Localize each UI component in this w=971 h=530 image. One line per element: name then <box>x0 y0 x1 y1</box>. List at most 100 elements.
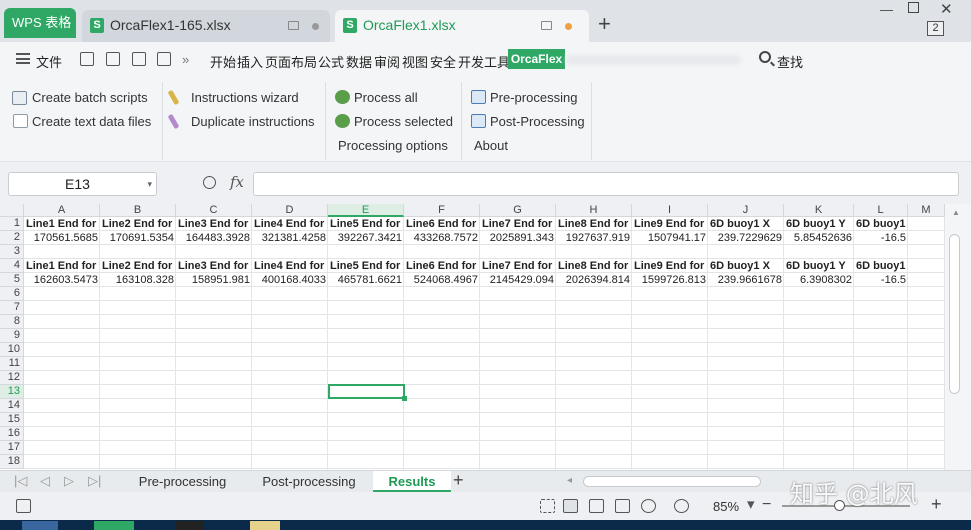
zoom-level[interactable]: 85% <box>713 499 739 514</box>
first-sheet-icon[interactable]: |◁ <box>14 473 27 489</box>
header-cell[interactable]: 6D buoy1 Y <box>784 259 854 273</box>
column-header-b[interactable]: B <box>100 204 176 217</box>
value-cell[interactable]: 162603.5473 <box>24 273 100 287</box>
window-count-badge[interactable]: 2 <box>927 21 944 36</box>
menu-review[interactable]: 审阅 <box>374 52 400 71</box>
row-header-6[interactable]: 6 <box>0 287 24 301</box>
header-cell[interactable]: Line1 End for <box>24 217 100 231</box>
tab-orcaflex[interactable]: OrcaFlex <box>508 49 565 69</box>
header-cell[interactable]: Line6 End for <box>404 217 480 231</box>
row-header-11[interactable]: 11 <box>0 357 24 371</box>
taskbar-folder-icon[interactable] <box>250 521 280 530</box>
header-cell[interactable]: Line2 End for <box>100 217 176 231</box>
value-cell[interactable]: 433268.7572 <box>404 231 480 245</box>
macro-record-icon[interactable] <box>16 499 31 513</box>
header-cell[interactable]: Line7 End for <box>480 259 556 273</box>
minimize-icon[interactable]: — <box>880 2 893 17</box>
search-label[interactable]: 查找 <box>777 52 803 71</box>
value-cell[interactable]: 170561.5685 <box>24 231 100 245</box>
value-cell[interactable]: 239.9661678 <box>708 273 784 287</box>
next-sheet-icon[interactable]: ▷ <box>64 473 74 489</box>
row-header-4[interactable]: 4 <box>0 259 24 273</box>
header-cell[interactable]: 6D buoy1 X <box>708 259 784 273</box>
menu-data[interactable]: 数据 <box>346 52 372 71</box>
scroll-left-icon[interactable]: ◂ <box>567 475 572 486</box>
menu-view[interactable]: 视图 <box>402 52 428 71</box>
value-cell[interactable]: 164483.3928 <box>176 231 252 245</box>
header-cell[interactable]: Line2 End for <box>100 259 176 273</box>
print-icon[interactable] <box>157 52 171 66</box>
column-header-i[interactable]: I <box>632 204 708 217</box>
header-cell[interactable]: 6D buoy1 X <box>708 217 784 231</box>
header-cell[interactable]: 6D buoy1 Z <box>854 217 908 231</box>
row-header-18[interactable]: 18 <box>0 455 24 469</box>
row-header-16[interactable]: 16 <box>0 427 24 441</box>
column-header-a[interactable]: A <box>24 204 100 217</box>
chevron-down-icon[interactable]: ▾ <box>147 173 152 195</box>
value-cell[interactable]: 392267.3421 <box>328 231 404 245</box>
value-cell[interactable]: 163108.328 <box>100 273 176 287</box>
value-cell[interactable]: 158951.981 <box>176 273 252 287</box>
row-header-9[interactable]: 9 <box>0 329 24 343</box>
processing-options-button[interactable]: Processing options <box>338 138 448 153</box>
value-cell[interactable]: 465781.6621 <box>328 273 404 287</box>
create-batch-scripts-button[interactable]: Create batch scripts <box>32 90 148 105</box>
scroll-up-icon[interactable]: ▲ <box>952 208 960 217</box>
menu-developer[interactable]: 开发工具 <box>458 52 510 71</box>
taskbar-wps-icon[interactable] <box>94 521 134 530</box>
sheet-tab-pre-processing[interactable]: Pre-processing <box>120 471 245 492</box>
select-all-corner[interactable] <box>0 204 24 217</box>
row-header-5[interactable]: 5 <box>0 273 24 287</box>
header-cell[interactable]: Line6 End for <box>404 259 480 273</box>
column-header-f[interactable]: F <box>404 204 480 217</box>
row-header-2[interactable]: 2 <box>0 231 24 245</box>
search-icon[interactable] <box>759 51 771 63</box>
value-cell[interactable]: 1507941.17 <box>632 231 708 245</box>
duplicate-instructions-button[interactable]: Duplicate instructions <box>191 114 315 129</box>
value-cell[interactable]: 2025891.343 <box>480 231 556 245</box>
header-cell[interactable]: Line8 End for <box>556 217 632 231</box>
zoom-out-icon[interactable]: ▾ <box>747 495 755 513</box>
row-header-13[interactable]: 13 <box>0 385 24 399</box>
menu-security[interactable]: 安全 <box>430 52 456 71</box>
zoom-plus-icon[interactable]: + <box>931 494 942 515</box>
sheet-tab-results[interactable]: Results <box>373 471 451 492</box>
taskbar-qq-icon[interactable] <box>176 521 204 530</box>
header-cell[interactable]: Line1 End for <box>24 259 100 273</box>
value-cell[interactable]: 400168.4033 <box>252 273 328 287</box>
instructions-wizard-button[interactable]: Instructions wizard <box>191 90 299 105</box>
fx-icon[interactable]: fx <box>230 173 244 191</box>
column-header-d[interactable]: D <box>252 204 328 217</box>
create-text-data-files-button[interactable]: Create text data files <box>32 114 151 129</box>
row-header-1[interactable]: 1 <box>0 217 24 231</box>
row-header-12[interactable]: 12 <box>0 371 24 385</box>
value-cell[interactable]: 170691.5354 <box>100 231 176 245</box>
normal-view-icon[interactable] <box>563 499 578 513</box>
process-selected-button[interactable]: Process selected <box>354 114 453 129</box>
horizontal-scroll-thumb[interactable] <box>583 476 761 487</box>
reading-mode-icon[interactable] <box>641 499 656 513</box>
menu-insert[interactable]: 插入 <box>237 52 263 71</box>
fullscreen-icon[interactable] <box>540 499 555 513</box>
value-cell[interactable]: 6.3908302 <box>784 273 854 287</box>
header-cell[interactable]: Line4 End for <box>252 259 328 273</box>
menu-icon[interactable] <box>16 53 30 64</box>
value-cell[interactable]: 524068.4967 <box>404 273 480 287</box>
prev-sheet-icon[interactable]: ◁ <box>40 473 50 489</box>
column-header-g[interactable]: G <box>480 204 556 217</box>
process-all-button[interactable]: Process all <box>354 90 418 105</box>
export-icon[interactable] <box>132 52 146 66</box>
vertical-scrollbar[interactable]: ▲ <box>945 204 971 470</box>
new-tab-icon[interactable]: + <box>598 12 611 36</box>
zoom-formula-icon[interactable] <box>203 176 216 189</box>
header-cell[interactable]: Line5 End for <box>328 217 404 231</box>
value-cell[interactable]: 321381.4258 <box>252 231 328 245</box>
zoom-minus-icon[interactable]: − <box>762 496 771 514</box>
row-header-3[interactable]: 3 <box>0 245 24 259</box>
value-cell[interactable]: -16.5 <box>854 231 908 245</box>
spreadsheet-grid[interactable]: ABCDEFGHIJKLM 1 2 3 4 5 6 7 8 9 10 11 12 13 14 15 16 17 1… <box>0 204 945 470</box>
page-layout-view-icon[interactable] <box>589 499 604 513</box>
menu-formulas[interactable]: 公式 <box>318 52 344 71</box>
unsaved-dot-icon[interactable] <box>565 23 572 30</box>
row-header-7[interactable]: 7 <box>0 301 24 315</box>
